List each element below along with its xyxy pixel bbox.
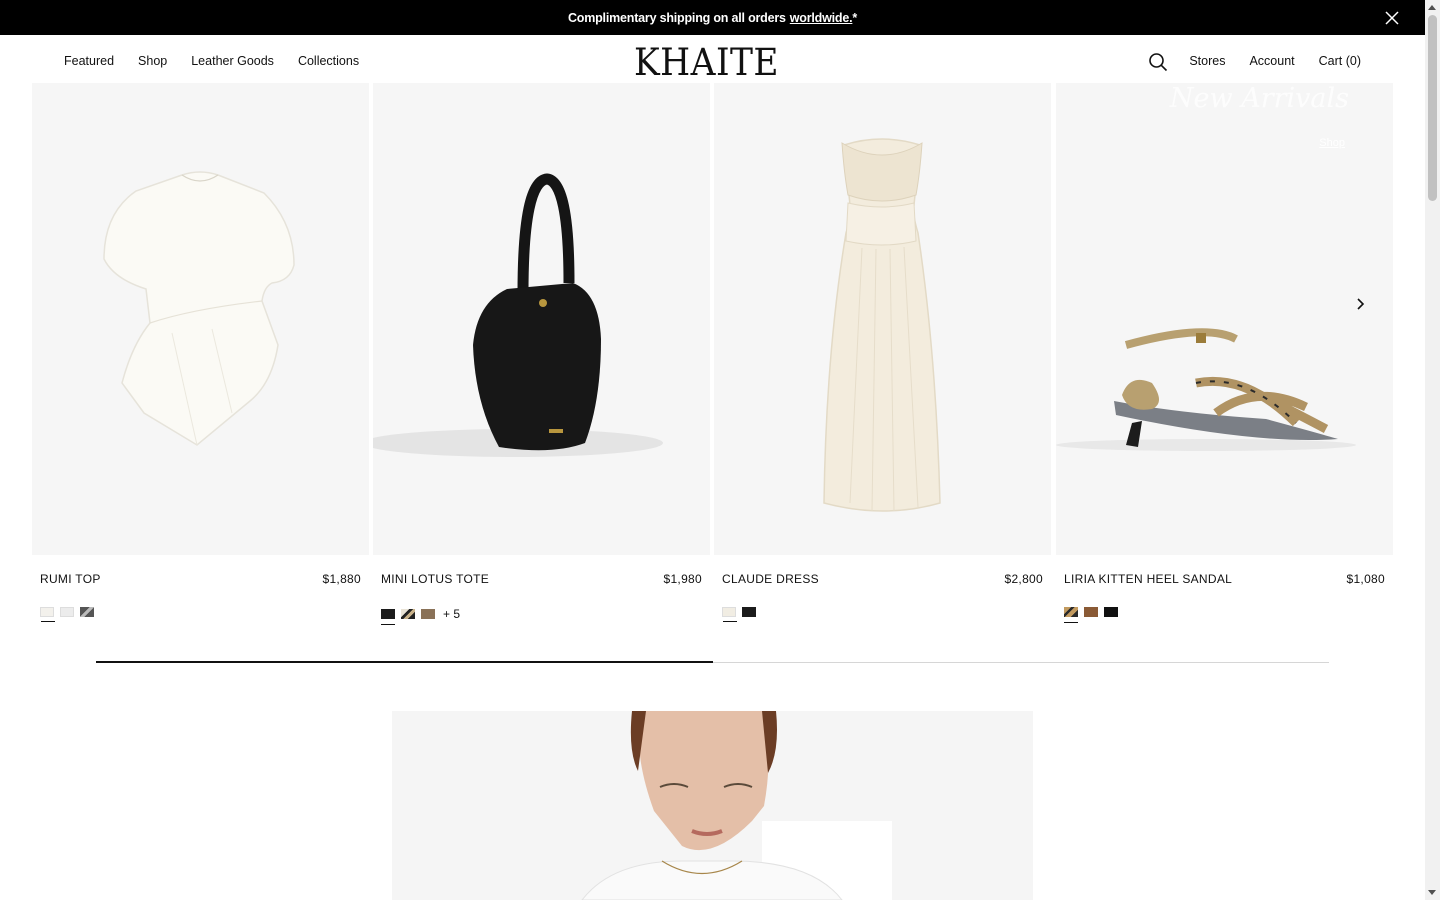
color-swatches: [32, 607, 369, 622]
product-price: $1,880: [322, 572, 361, 586]
nav-featured[interactable]: Featured: [64, 54, 114, 68]
color-swatch[interactable]: [80, 607, 94, 617]
chevron-right-icon[interactable]: [1352, 294, 1370, 314]
product-card[interactable]: CLAUDE DRESS $2,800: [714, 83, 1051, 622]
nav-leather-goods[interactable]: Leather Goods: [191, 54, 274, 68]
announcement-suffix: *: [852, 10, 858, 25]
nav-shop[interactable]: Shop: [138, 54, 167, 68]
product-image-liria-sandal[interactable]: New Arrivals Shop: [1056, 83, 1393, 555]
section-title: New Arrivals: [1169, 83, 1349, 114]
editorial-image[interactable]: [392, 711, 1033, 900]
more-colors-link[interactable]: + 5: [443, 607, 460, 621]
color-swatches: [714, 607, 1051, 622]
announcement-link[interactable]: worldwide.: [790, 11, 853, 25]
product-price: $1,080: [1346, 572, 1385, 586]
product-name[interactable]: CLAUDE DRESS: [722, 572, 819, 586]
announcement-text: Complimentary shipping on all orders: [567, 10, 786, 25]
color-swatch[interactable]: [381, 609, 395, 625]
carousel-progress[interactable]: [96, 661, 1329, 663]
product-price: $2,800: [1004, 572, 1043, 586]
scrollbar-thumb[interactable]: [1428, 15, 1437, 201]
product-name[interactable]: MINI LOTUS TOTE: [381, 572, 489, 586]
announcement-bar: Complimentary shipping on all orders wor…: [0, 0, 1425, 35]
product-info: LIRIA KITTEN HEEL SANDAL $1,080: [1056, 572, 1393, 586]
scroll-down-arrow[interactable]: [1428, 890, 1436, 895]
color-swatch[interactable]: [401, 609, 415, 619]
color-swatch[interactable]: [742, 607, 756, 617]
nav-cart[interactable]: Cart (0): [1319, 54, 1361, 68]
carousel-progress-fill: [96, 661, 713, 663]
product-image-mini-lotus-tote[interactable]: [373, 83, 710, 555]
page-scrollbar[interactable]: [1425, 0, 1440, 900]
product-info: MINI LOTUS TOTE $1,980: [373, 572, 710, 586]
product-card[interactable]: MINI LOTUS TOTE $1,980 + 5: [373, 83, 710, 625]
color-swatch[interactable]: [1064, 607, 1078, 623]
shop-new-arrivals-link[interactable]: Shop: [1319, 137, 1345, 149]
primary-nav: Featured Shop Leather Goods Collections: [64, 54, 359, 68]
color-swatch[interactable]: [40, 607, 55, 622]
product-info: CLAUDE DRESS $2,800: [714, 572, 1051, 586]
product-card[interactable]: New Arrivals Shop LIRIA KITTEN HEEL SAND…: [1056, 83, 1393, 623]
product-name[interactable]: LIRIA KITTEN HEEL SANDAL: [1064, 572, 1232, 586]
color-swatches: + 5: [373, 607, 710, 625]
color-swatches: [1056, 607, 1393, 623]
color-swatch[interactable]: [1084, 607, 1098, 617]
color-swatch[interactable]: [60, 607, 74, 617]
product-card[interactable]: RUMI TOP $1,880: [32, 83, 369, 622]
nav-collections[interactable]: Collections: [298, 54, 359, 68]
site-logo[interactable]: KHAITE: [634, 43, 779, 83]
nav-stores[interactable]: Stores: [1189, 54, 1225, 68]
close-icon[interactable]: [1383, 9, 1401, 27]
product-image-claude-dress[interactable]: [714, 83, 1051, 555]
scroll-up-arrow[interactable]: [1428, 5, 1436, 10]
site-header: Featured Shop Leather Goods Collections …: [0, 35, 1425, 83]
nav-account[interactable]: Account: [1249, 54, 1294, 68]
color-swatch[interactable]: [1104, 607, 1118, 617]
utility-nav: Stores Account Cart (0): [1189, 54, 1361, 68]
product-info: RUMI TOP $1,880: [32, 572, 369, 586]
product-carousel: RUMI TOP $1,880 MINI LOTUS TOTE $1,980 +…: [32, 83, 1394, 643]
product-price: $1,980: [663, 572, 702, 586]
color-swatch[interactable]: [722, 607, 737, 622]
product-image-rumi-top[interactable]: [32, 83, 369, 555]
search-icon[interactable]: [1148, 52, 1168, 72]
product-name[interactable]: RUMI TOP: [40, 572, 101, 586]
color-swatch[interactable]: [421, 609, 435, 619]
